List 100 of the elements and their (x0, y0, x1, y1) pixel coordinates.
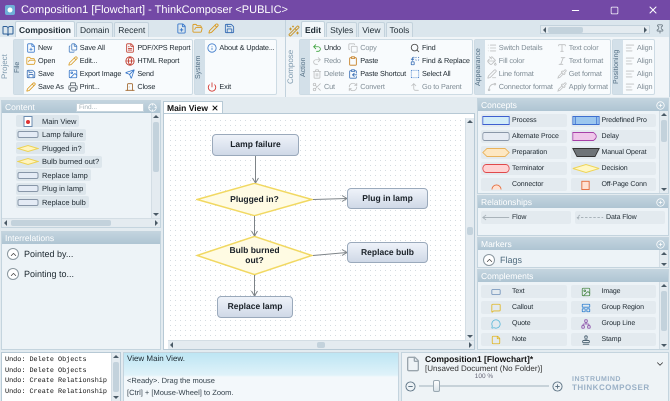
align-icon (624, 56, 635, 66)
ribbon-tab[interactable]: Edit (301, 21, 326, 37)
panel-title: Relationships (481, 197, 534, 207)
slider-thumb[interactable] (432, 380, 440, 392)
decision-node: Plugged in? (196, 183, 313, 216)
group-line-icon (580, 318, 590, 328)
chevron-up-icon (7, 248, 19, 260)
rectangle-icon (482, 131, 510, 142)
close-icon[interactable] (210, 104, 219, 112)
scrollbar[interactable] (111, 353, 120, 401)
scrollbar[interactable] (151, 113, 160, 218)
pen-icon (486, 68, 497, 78)
align-icon (624, 42, 635, 52)
pipette-icon (556, 68, 567, 78)
panel-title: Interrelations (5, 233, 56, 243)
rectangle-icon (572, 115, 600, 126)
process-node: Replace bulb (347, 242, 428, 263)
speech-bubble-icon (491, 318, 501, 328)
zoom-slider[interactable] (419, 380, 549, 392)
pipette-icon (556, 82, 567, 92)
selection-icon (410, 68, 420, 78)
decision-node: Bulb burned out? (196, 236, 313, 275)
add-icon[interactable] (656, 198, 665, 206)
printer-icon (68, 82, 78, 92)
rectangle-icon (17, 183, 39, 194)
expander[interactable]: Flags (480, 252, 657, 267)
chevron-up-icon (483, 254, 495, 266)
curve-icon (486, 82, 497, 92)
ribbon-tab[interactable]: Domain (76, 22, 114, 37)
sticky-note-icon (491, 334, 501, 344)
door-icon (125, 82, 136, 92)
zoom-in-icon[interactable] (552, 381, 563, 392)
document-title: Composition1 [Flowchart]* (425, 354, 534, 364)
add-icon[interactable] (656, 100, 665, 110)
diamond-icon (17, 156, 39, 167)
rectangle-icon (482, 115, 510, 126)
pencil-icon[interactable] (208, 23, 219, 34)
pencil-icon (68, 56, 78, 66)
scrollbar[interactable] (2, 218, 160, 227)
image-icon (580, 286, 590, 296)
files-icon (68, 42, 78, 52)
speech-bubble-icon (491, 302, 501, 312)
trapezoid-icon (572, 147, 600, 158)
arrow-icon (482, 213, 510, 222)
app-icon (4, 4, 16, 16)
process-node: Lamp failure (212, 134, 299, 156)
ribbon-tab[interactable]: View (358, 22, 384, 37)
delete-icon (312, 68, 322, 78)
folder-icon (26, 56, 36, 66)
rectangle-icon (17, 129, 39, 140)
flow-arrow (251, 216, 258, 237)
text-icon (556, 42, 567, 52)
new-file-icon[interactable] (176, 23, 187, 34)
rectangle-icon (17, 196, 39, 208)
flow-arrow (312, 249, 348, 256)
search-icon (410, 42, 420, 52)
diamond-icon (572, 163, 600, 174)
ribbon-side-label: Compose (286, 48, 296, 86)
globe-icon (125, 56, 136, 66)
send-icon (125, 68, 136, 78)
zoom-out-icon[interactable] (405, 381, 416, 392)
group-region-icon (580, 302, 590, 312)
scrollbar[interactable] (659, 111, 668, 193)
process-node: Plug in lamp (347, 188, 428, 209)
clipboard-icon (348, 68, 358, 78)
ribbon-tab[interactable]: Tools (386, 22, 414, 37)
target-icon[interactable] (148, 102, 157, 112)
hexagon-icon (482, 147, 510, 158)
info-icon (207, 42, 218, 52)
folder-icon[interactable] (192, 23, 203, 34)
dashed-arrow-icon (576, 213, 604, 222)
chevron-up-icon (7, 268, 19, 280)
scrollbar[interactable] (465, 118, 474, 340)
scrollbar[interactable] (168, 340, 474, 349)
italic-icon (556, 56, 567, 66)
ribbon-side-label: Project (0, 53, 10, 82)
scissors-icon (312, 82, 322, 92)
expander[interactable]: Pointing to... (2, 264, 160, 284)
wand-icon (288, 25, 300, 37)
scrollbar[interactable] (659, 282, 668, 349)
rounded-rectangle-icon (482, 163, 510, 174)
document-icon (125, 42, 136, 52)
panel-title: Complements (481, 271, 534, 281)
add-icon[interactable] (656, 240, 665, 248)
undo-icon (312, 42, 322, 52)
ribbon-tab[interactable]: Recent (114, 22, 150, 37)
expander[interactable]: Pointed by... (2, 244, 160, 264)
flow-arrow (252, 156, 259, 184)
scrollbar[interactable] (540, 25, 650, 34)
pin-icon[interactable] (655, 24, 665, 34)
scrollbar[interactable] (659, 250, 668, 267)
document-location: [Unsaved Document (No Folder)] (425, 364, 544, 373)
flow-arrow (251, 274, 258, 297)
ribbon-tab[interactable]: Styles (326, 22, 358, 37)
align-icon (624, 68, 635, 78)
panel-title: Concepts (481, 100, 518, 110)
document-tab[interactable]: Main View (163, 101, 223, 113)
ribbon-tab[interactable]: Composition (15, 21, 75, 37)
new-file-icon (26, 42, 36, 52)
redo-icon (312, 56, 322, 66)
